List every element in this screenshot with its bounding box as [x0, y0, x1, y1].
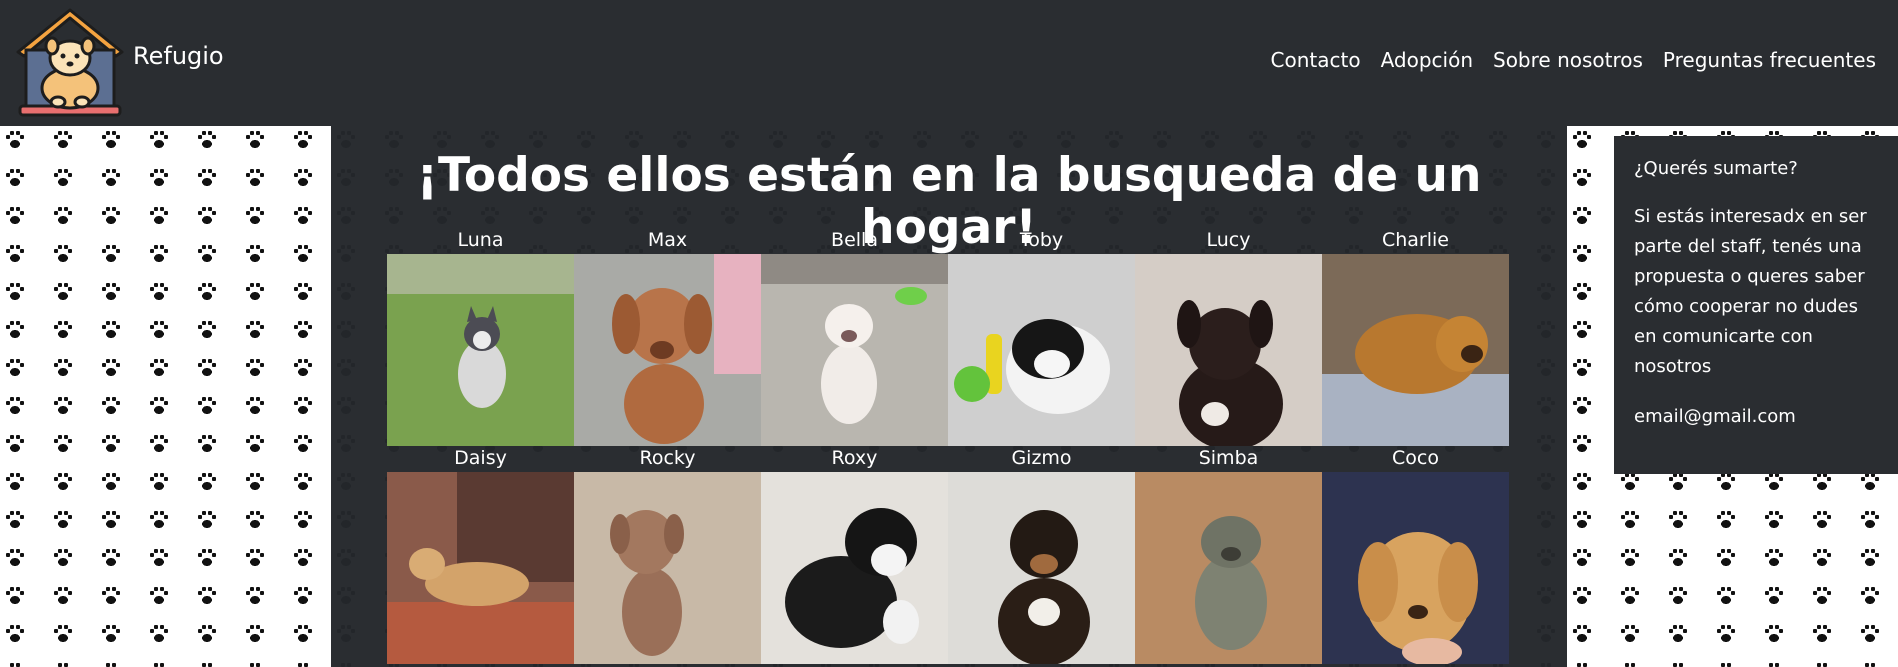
- dog-name: Luna: [457, 229, 504, 251]
- dog-photo[interactable]: [1322, 254, 1509, 446]
- dog-card[interactable]: Toby: [948, 228, 1135, 446]
- dog-card[interactable]: Roxy: [761, 446, 948, 664]
- dog-photo[interactable]: [387, 254, 574, 446]
- dog-card[interactable]: Max: [574, 228, 761, 446]
- dog-card[interactable]: Daisy: [387, 446, 574, 664]
- dog-name: Bella: [831, 229, 878, 251]
- dog-photo[interactable]: [574, 472, 761, 664]
- brand-link[interactable]: Refugio: [133, 42, 224, 70]
- dog-photo[interactable]: [948, 254, 1135, 446]
- nav-preguntas-frecuentes[interactable]: Preguntas frecuentes: [1663, 48, 1876, 72]
- dog-card[interactable]: Rocky: [574, 446, 761, 664]
- nav-contacto[interactable]: Contacto: [1271, 48, 1361, 72]
- dog-photo[interactable]: [761, 472, 948, 664]
- dog-name: Gizmo: [1011, 447, 1072, 469]
- dog-photo[interactable]: [1322, 472, 1509, 664]
- dog-photo[interactable]: [387, 472, 574, 664]
- dog-name: Max: [647, 229, 688, 251]
- dog-card[interactable]: Simba: [1135, 446, 1322, 664]
- dog-house-logo-icon[interactable]: [12, 6, 128, 118]
- nav-adopcion[interactable]: Adopción: [1381, 48, 1473, 72]
- nav-sobre-nosotros[interactable]: Sobre nosotros: [1493, 48, 1643, 72]
- dog-name: Coco: [1392, 447, 1439, 469]
- dog-card[interactable]: Bella: [761, 228, 948, 446]
- dog-photo[interactable]: [1135, 254, 1322, 446]
- paw-print-pattern-left: [0, 126, 331, 667]
- dog-card[interactable]: Charlie: [1322, 228, 1509, 446]
- adoption-gallery: ¡Todos ellos están en la busqueda de un …: [331, 126, 1567, 667]
- dog-name: Charlie: [1381, 229, 1449, 251]
- top-navbar: Refugio Contacto Adopción Sobre nosotros…: [0, 0, 1898, 126]
- dog-grid: Luna Max Bella Toby Lucy Charlie Daisy R…: [387, 228, 1511, 664]
- dog-card[interactable]: Lucy: [1135, 228, 1322, 446]
- join-us-card: ¿Querés sumarte? Si estás interesadx en …: [1614, 136, 1898, 474]
- dog-name: Lucy: [1206, 229, 1251, 251]
- dog-photo[interactable]: [948, 472, 1135, 664]
- dog-photo[interactable]: [574, 254, 761, 446]
- join-us-title: ¿Querés sumarte?: [1634, 158, 1798, 179]
- dog-name: Roxy: [831, 447, 878, 469]
- dog-name: Rocky: [639, 447, 696, 469]
- join-us-text: Si estás interesadx en ser parte del sta…: [1634, 206, 1867, 377]
- dog-photo[interactable]: [761, 254, 948, 446]
- dog-card[interactable]: Luna: [387, 228, 574, 446]
- dog-card[interactable]: Coco: [1322, 446, 1509, 664]
- dog-name: Daisy: [454, 447, 507, 469]
- dog-name: Toby: [1019, 229, 1064, 251]
- dog-name: Simba: [1198, 447, 1259, 469]
- dog-photo[interactable]: [1135, 472, 1322, 664]
- contact-email[interactable]: email@gmail.com: [1634, 402, 1878, 432]
- main-nav: Contacto Adopción Sobre nosotros Pregunt…: [1271, 48, 1876, 72]
- dog-card[interactable]: Gizmo: [948, 446, 1135, 664]
